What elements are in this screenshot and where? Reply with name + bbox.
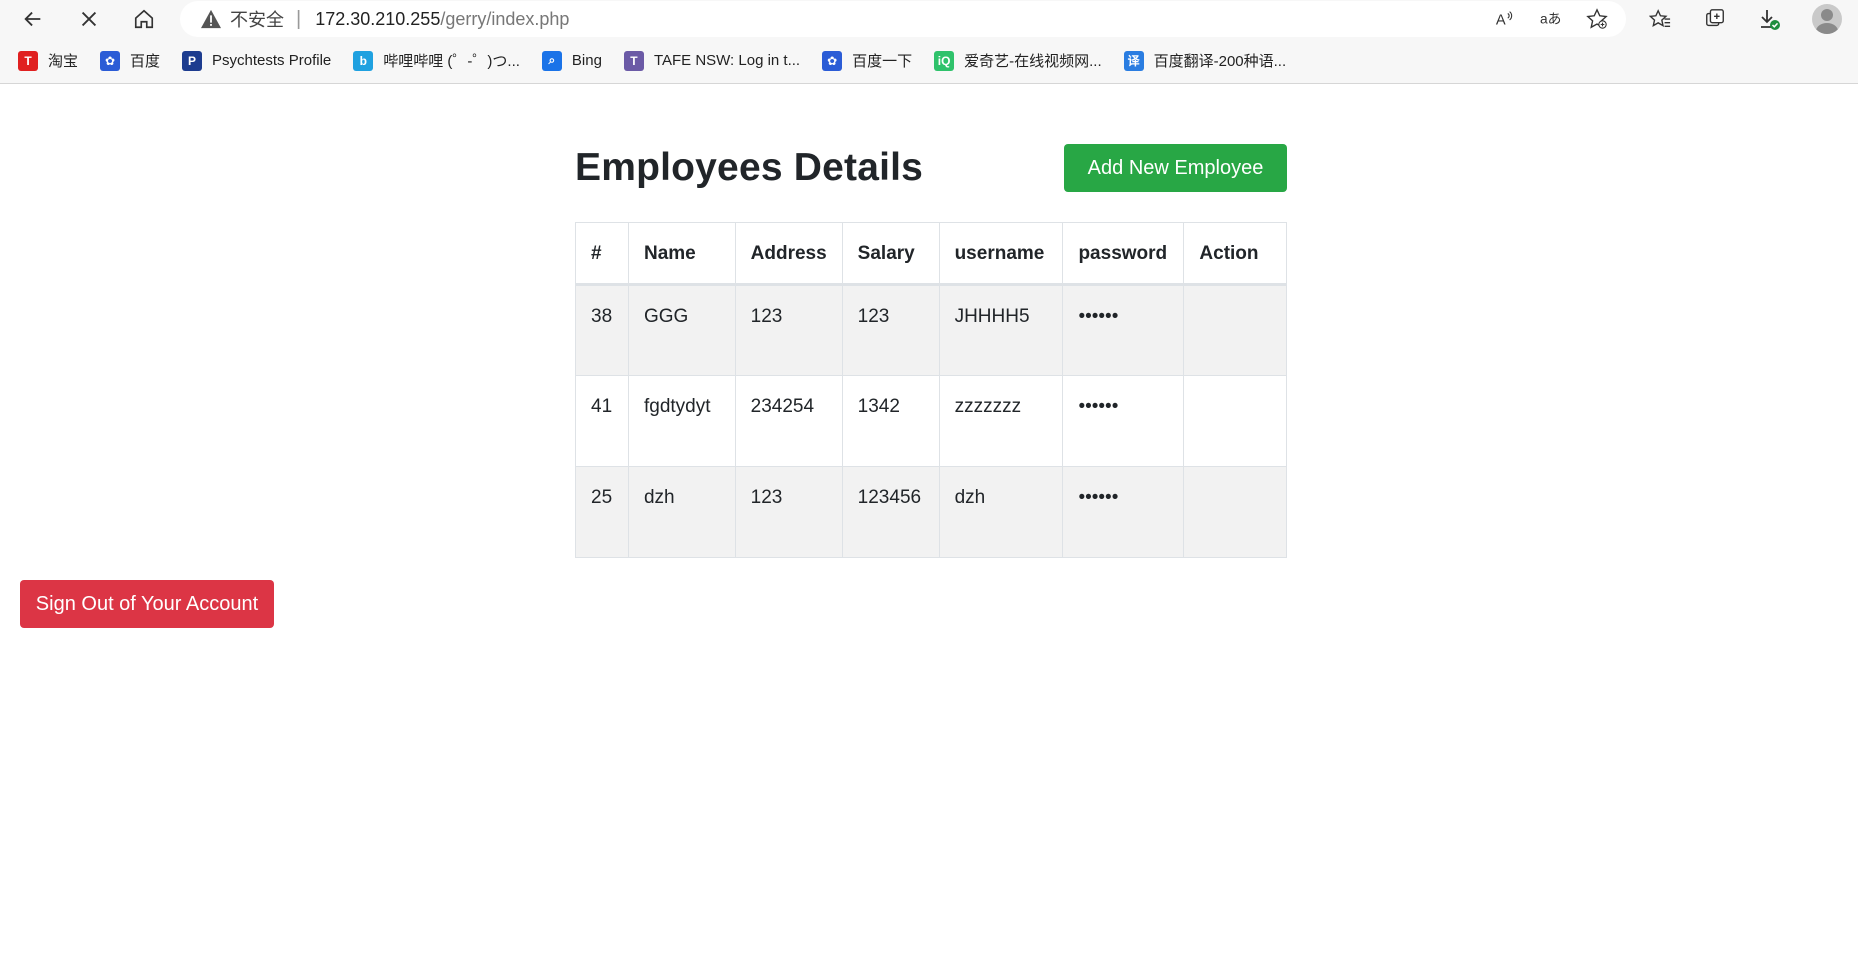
bookmark-item[interactable]: ✿ 百度	[100, 50, 160, 71]
cell-address: 234254	[734, 375, 843, 467]
bookmark-item[interactable]: T 淘宝	[18, 50, 78, 71]
bilibili-icon: b	[353, 50, 374, 71]
column-header-name: Name	[627, 222, 736, 286]
column-header-password: password	[1062, 222, 1185, 286]
bookmark-item[interactable]: iQ 爱奇艺-在线视频网...	[934, 50, 1102, 71]
table-header-row: # Name Address Salary username password …	[575, 222, 1287, 286]
bookmark-item[interactable]: T TAFE NSW: Log in t...	[623, 50, 801, 71]
baidu-paw-icon: ✿	[822, 50, 843, 71]
table-row: 38 GGG 123 123 JHHHH5 ••••••	[575, 284, 1287, 376]
bookmark-label: 爱奇艺-在线视频网...	[964, 53, 1102, 70]
column-header-username: username	[938, 222, 1064, 286]
add-favorite-icon[interactable]	[1584, 7, 1610, 31]
cell-id: 38	[575, 284, 629, 376]
cell-action	[1183, 284, 1287, 376]
url-host: 172.30.210.255	[315, 8, 441, 29]
page-title: Employees Details	[575, 146, 924, 189]
employees-table: # Name Address Salary username password …	[575, 222, 1287, 558]
cell-password: ••••••	[1062, 466, 1185, 558]
cell-password: ••••••	[1062, 375, 1185, 467]
bookmark-item[interactable]: 译百度翻译-200种语...	[1123, 50, 1287, 71]
iqiyi-icon: iQ	[934, 50, 955, 71]
cell-address: 123	[734, 284, 843, 376]
cell-username: dzh	[938, 466, 1064, 558]
profile-avatar[interactable]	[1812, 4, 1842, 34]
bookmarks-bar: T 淘宝 ✿ 百度 P Psychtests Profile b 哔哩哔哩 (゜-゜)つ...…	[0, 38, 1858, 84]
sign-out-button[interactable]: Sign Out of Your Account	[20, 580, 274, 628]
cell-name: dzh	[627, 466, 736, 558]
bookmark-item[interactable]: b 哔哩哔哩 (゜-゜)つ...	[353, 50, 520, 71]
bookmark-label: TAFE NSW: Log in t...	[653, 52, 801, 69]
bookmark-item[interactable]: ✿ 百度一下	[822, 50, 912, 71]
translate-icon[interactable]: aあ	[1538, 7, 1564, 31]
collections-icon[interactable]	[1700, 5, 1730, 33]
tafe-icon: T	[623, 50, 644, 71]
browser-toolbar: 不安全 | 172.30.210.255/gerry/index.php A a…	[0, 0, 1858, 38]
back-button[interactable]	[16, 4, 50, 34]
favorites-icon[interactable]	[1645, 5, 1675, 33]
home-button[interactable]	[127, 4, 161, 34]
psychtests-icon: P	[182, 50, 203, 71]
bookmark-label: 百度	[130, 53, 161, 70]
svg-text:aあ: aあ	[1540, 12, 1561, 27]
cell-action	[1183, 466, 1287, 558]
url-path: /gerry/index.php	[440, 8, 570, 29]
cell-action	[1183, 375, 1287, 467]
cell-id: 25	[575, 466, 629, 558]
column-header-salary: Salary	[841, 222, 940, 286]
cell-username: zzzzzzz	[938, 375, 1064, 467]
column-header-id: #	[575, 222, 629, 286]
cell-salary: 123	[841, 284, 940, 376]
cell-salary: 123456	[841, 466, 940, 558]
table-row: 25 dzh 123 123456 dzh ••••••	[575, 466, 1287, 558]
bookmark-label: 百度一下	[852, 53, 913, 70]
baidu-translate-icon: 译	[1123, 50, 1144, 71]
bookmark-label: 淘宝	[48, 53, 79, 70]
bookmark-label: Psychtests Profile	[212, 52, 332, 69]
address-separator: |	[296, 7, 302, 30]
column-header-action: Action	[1183, 222, 1287, 286]
cell-password: ••••••	[1062, 284, 1185, 376]
taobao-icon: T	[18, 50, 38, 71]
close-icon	[81, 11, 97, 27]
downloads-icon[interactable]	[1754, 5, 1784, 33]
cell-address: 123	[734, 466, 843, 558]
home-icon	[134, 9, 154, 29]
arrow-left-icon	[24, 11, 41, 27]
baidu-paw-icon: ✿	[100, 50, 121, 71]
cell-id: 41	[575, 375, 629, 467]
bing-search-icon: ⌕	[541, 50, 562, 71]
bookmark-label: Bing	[571, 52, 602, 69]
stop-loading-button[interactable]	[72, 4, 106, 34]
cell-name: fgdtydyt	[627, 375, 736, 467]
address-bar[interactable]: 不安全 | 172.30.210.255/gerry/index.php A a…	[180, 1, 1626, 37]
table-row: 41 fgdtydyt 234254 1342 zzzzzzz ••••••	[575, 375, 1287, 467]
read-aloud-icon[interactable]: A	[1492, 7, 1518, 31]
bookmark-item[interactable]: ⌕ Bing	[541, 50, 602, 71]
svg-text:A: A	[1496, 13, 1506, 29]
bookmark-label: 哔哩哔哩 (゜-゜)つ...	[383, 53, 520, 70]
warning-icon	[201, 9, 221, 29]
cell-salary: 1342	[841, 375, 940, 467]
column-header-address: Address	[734, 222, 843, 286]
bookmark-item[interactable]: P Psychtests Profile	[182, 50, 332, 71]
cell-username: JHHHH5	[938, 284, 1064, 376]
cell-name: GGG	[627, 284, 736, 376]
add-new-employee-button[interactable]: Add New Employee	[1064, 144, 1287, 192]
bookmark-label: 百度翻译-200种语...	[1153, 53, 1287, 70]
not-secure-label: 不安全	[230, 10, 284, 30]
